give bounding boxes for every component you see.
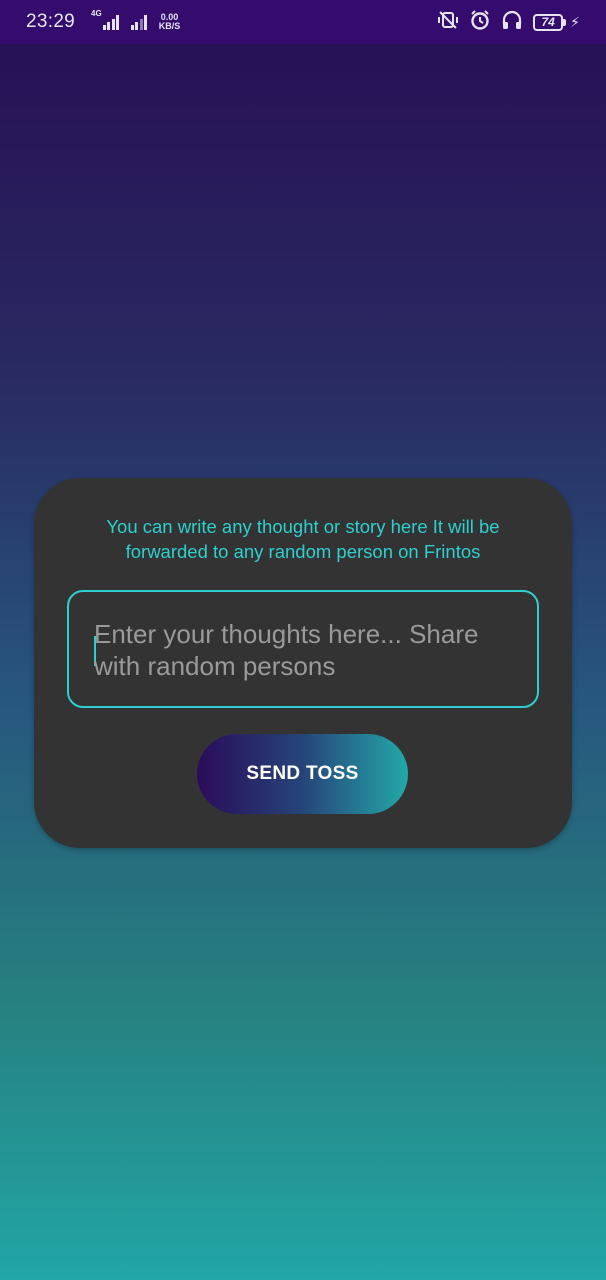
signal-strength-2-icon bbox=[130, 14, 149, 30]
status-left: 23:29 4G 0.00 KB/S bbox=[26, 0, 180, 44]
thought-input[interactable]: Enter your thoughts here... Share with r… bbox=[67, 590, 539, 708]
battery-icon: 74 ⚡ bbox=[533, 13, 580, 31]
send-toss-button[interactable]: SEND TOSS bbox=[197, 734, 408, 814]
speed-unit: KB/S bbox=[158, 21, 181, 31]
status-right: 74 ⚡ bbox=[427, 0, 580, 44]
thought-input-placeholder: Enter your thoughts here... Share with r… bbox=[94, 619, 479, 681]
card-description: You can write any thought or story here … bbox=[106, 516, 500, 562]
network-type-label: 4G bbox=[91, 8, 102, 18]
status-bar: 23:29 4G 0.00 KB/S 74 ⚡ bbox=[0, 0, 606, 44]
battery-level: 74 bbox=[533, 13, 564, 31]
signal-strength-icon bbox=[102, 14, 121, 30]
charging-icon: ⚡ bbox=[570, 13, 580, 30]
network-speed: 0.00 KB/S bbox=[159, 13, 181, 31]
headphones-icon bbox=[501, 9, 523, 36]
toss-card: You can write any thought or story here … bbox=[34, 478, 572, 848]
vibrate-off-icon bbox=[437, 9, 459, 36]
clock: 23:29 bbox=[26, 11, 76, 32]
alarm-icon bbox=[469, 9, 491, 36]
